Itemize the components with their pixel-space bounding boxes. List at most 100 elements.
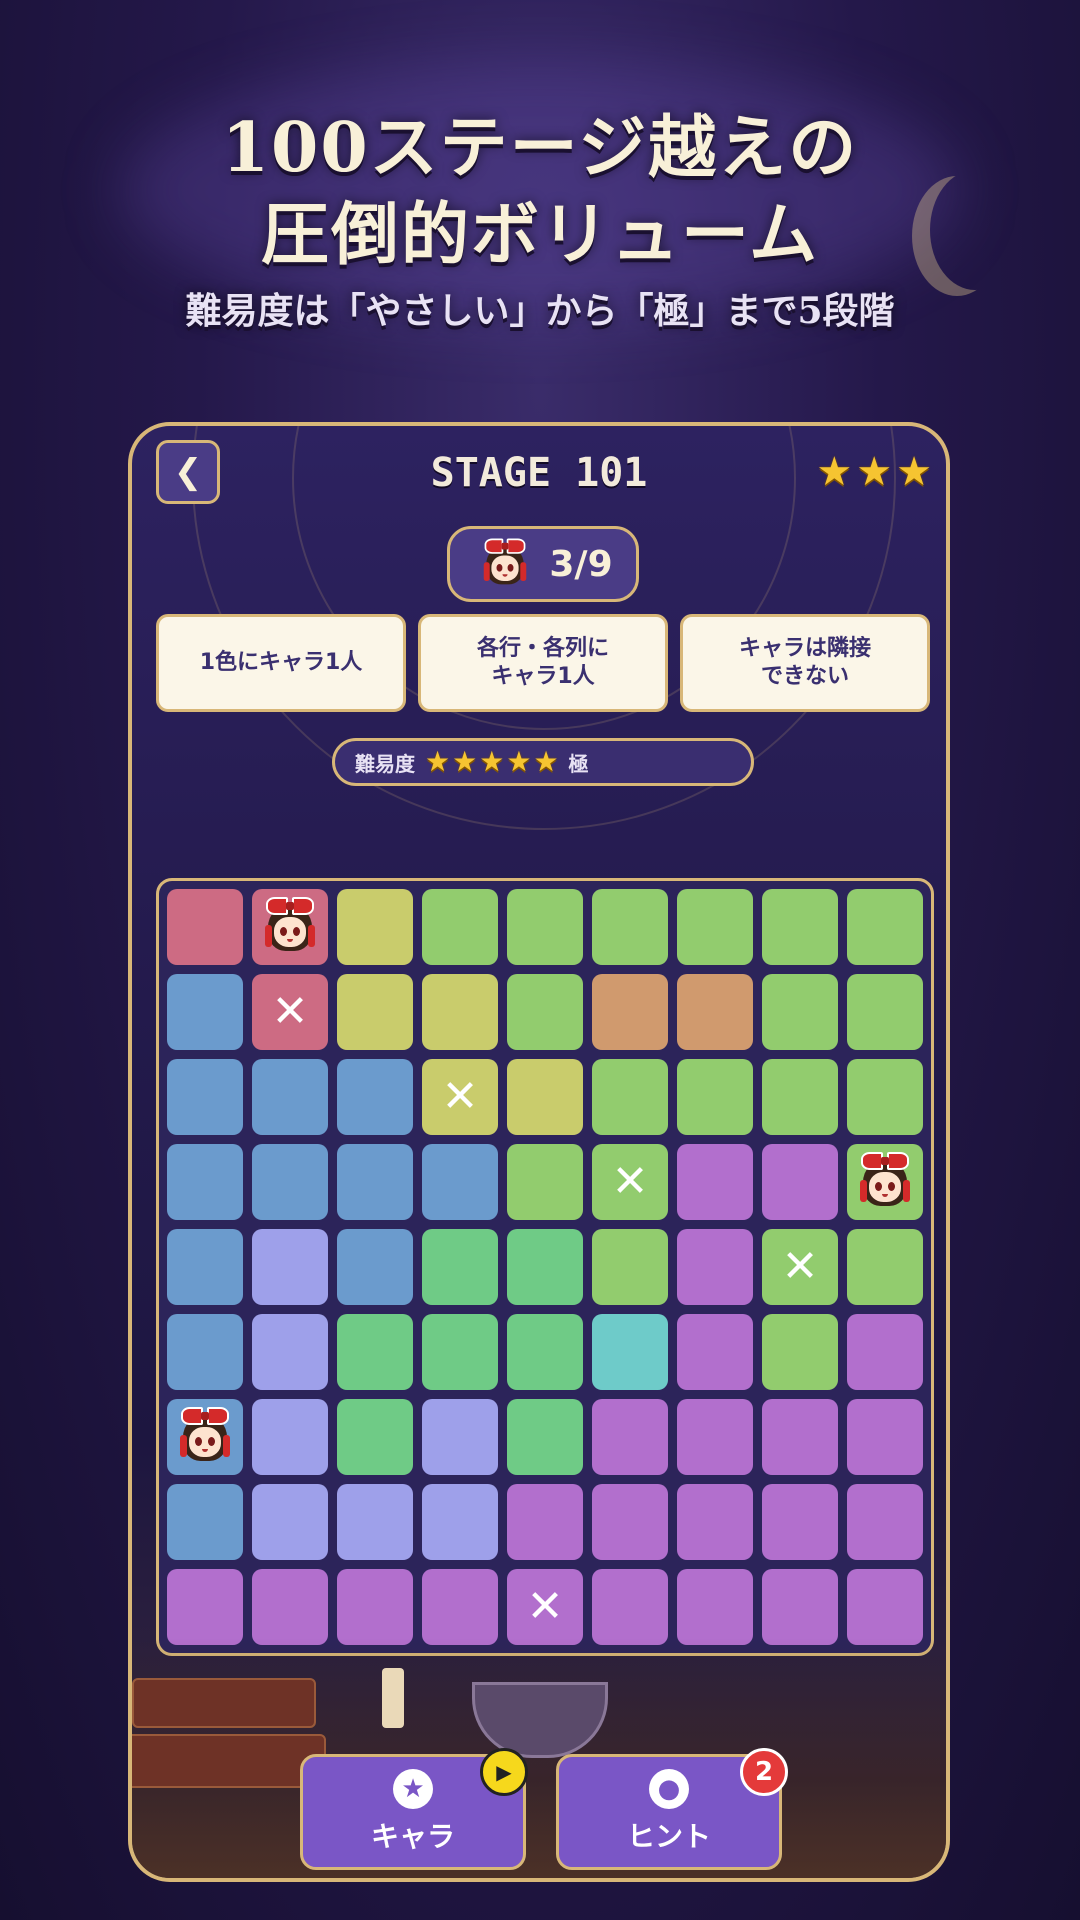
board-cell[interactable] — [507, 1059, 583, 1135]
board-cell[interactable] — [507, 974, 583, 1050]
board-cell[interactable] — [762, 1484, 838, 1560]
board-cell[interactable] — [677, 1484, 753, 1560]
board-cell[interactable] — [422, 1484, 498, 1560]
board-cell[interactable]: ✕ — [592, 1144, 668, 1220]
board-cell[interactable] — [847, 1569, 923, 1645]
board-cell[interactable] — [507, 1314, 583, 1390]
board-cell[interactable] — [677, 1314, 753, 1390]
cross-mark-icon: ✕ — [781, 1241, 819, 1292]
board-cell[interactable] — [507, 1484, 583, 1560]
cross-mark-icon: ✕ — [441, 1071, 479, 1122]
board-cell[interactable] — [762, 974, 838, 1050]
board-cell[interactable] — [252, 1314, 328, 1390]
difficulty-star-icon: ★ — [425, 745, 451, 778]
rule-one-per-color: 1色にキャラ1人 — [156, 614, 406, 712]
board-cell[interactable] — [422, 1569, 498, 1645]
board-cell[interactable] — [847, 974, 923, 1050]
board-cell[interactable] — [847, 1399, 923, 1475]
board-cell[interactable] — [507, 889, 583, 965]
chara-button-label: キャラ — [370, 1820, 455, 1853]
board-cell[interactable] — [847, 1059, 923, 1135]
board-cell[interactable] — [337, 889, 413, 965]
board-cell[interactable] — [592, 1484, 668, 1560]
board-cell[interactable] — [337, 1229, 413, 1305]
difficulty-label: 難易度 — [355, 751, 415, 776]
board-cell[interactable] — [507, 1229, 583, 1305]
board-cell[interactable] — [592, 974, 668, 1050]
board-cell[interactable] — [422, 974, 498, 1050]
board-cell[interactable] — [677, 1399, 753, 1475]
cross-mark-icon: ✕ — [611, 1156, 649, 1207]
board-cell[interactable] — [762, 1059, 838, 1135]
placed-character — [258, 895, 322, 959]
board-cell[interactable] — [507, 1399, 583, 1475]
board-cell[interactable] — [252, 1399, 328, 1475]
board-cell[interactable]: ✕ — [762, 1229, 838, 1305]
board-cell[interactable] — [337, 1399, 413, 1475]
board-cell[interactable] — [592, 1059, 668, 1135]
board-cell[interactable] — [422, 1314, 498, 1390]
board-cell[interactable] — [252, 1569, 328, 1645]
board-cell[interactable] — [167, 1059, 243, 1135]
board-cell[interactable] — [252, 1229, 328, 1305]
board-cell[interactable] — [337, 1484, 413, 1560]
board-cell[interactable] — [167, 889, 243, 965]
board-cell[interactable] — [167, 1229, 243, 1305]
board-cell[interactable] — [422, 1229, 498, 1305]
board-cell[interactable] — [252, 1484, 328, 1560]
board-cell[interactable] — [762, 1569, 838, 1645]
difficulty-star-icon: ★ — [452, 745, 478, 778]
board-cell[interactable] — [252, 1144, 328, 1220]
board-cell[interactable] — [592, 1399, 668, 1475]
counter-value: 3/9 — [549, 543, 613, 585]
hint-button-label: ヒント — [626, 1820, 711, 1853]
board-cell[interactable] — [762, 889, 838, 965]
board-cell[interactable] — [762, 1314, 838, 1390]
board-cell[interactable] — [847, 1144, 923, 1220]
board-cell[interactable] — [337, 1569, 413, 1645]
board-cell[interactable] — [167, 974, 243, 1050]
board-cell[interactable] — [252, 1059, 328, 1135]
board-cell[interactable] — [337, 1059, 413, 1135]
board-cell[interactable] — [762, 1399, 838, 1475]
board-cell[interactable] — [422, 1144, 498, 1220]
board-cell[interactable] — [337, 1314, 413, 1390]
board-cell[interactable] — [337, 1144, 413, 1220]
board-cell[interactable] — [422, 889, 498, 965]
board-cell[interactable] — [847, 1229, 923, 1305]
promo-subheadline: 難易度は「やさしい」から「極」まで5段階 — [185, 290, 895, 332]
rule-no-adjacent: キャラは隣接 できない — [680, 614, 930, 712]
board-cell[interactable] — [677, 1059, 753, 1135]
board-cell[interactable] — [847, 1314, 923, 1390]
board-cell[interactable] — [677, 1569, 753, 1645]
board-cell[interactable] — [592, 1229, 668, 1305]
board-cell[interactable]: ✕ — [422, 1059, 498, 1135]
board-cell[interactable] — [677, 1144, 753, 1220]
board-cell[interactable] — [167, 1569, 243, 1645]
promo-headline-line1: 100ステージ越えの — [221, 108, 859, 188]
star-icon: ★ — [393, 1769, 433, 1809]
board-cell[interactable] — [337, 974, 413, 1050]
board-cell[interactable] — [252, 889, 328, 965]
board-cell[interactable] — [167, 1314, 243, 1390]
board-cell[interactable] — [592, 889, 668, 965]
board-cell[interactable] — [677, 1229, 753, 1305]
board-cell[interactable] — [167, 1144, 243, 1220]
board-cell[interactable] — [592, 1314, 668, 1390]
board-cell[interactable] — [422, 1399, 498, 1475]
board-cell[interactable]: ✕ — [252, 974, 328, 1050]
board-cell[interactable] — [677, 974, 753, 1050]
character-counter: 3/9 — [447, 526, 639, 602]
play-icon: ▶ — [480, 1748, 528, 1796]
board-cell[interactable] — [507, 1144, 583, 1220]
board-cell[interactable] — [167, 1484, 243, 1560]
board-cell[interactable] — [167, 1399, 243, 1475]
difficulty-star-icon: ★ — [506, 745, 532, 778]
board-cell[interactable] — [762, 1144, 838, 1220]
board-cell[interactable]: ✕ — [507, 1569, 583, 1645]
board-cell[interactable] — [592, 1569, 668, 1645]
difficulty-level: 極 — [568, 751, 589, 776]
board-cell[interactable] — [847, 889, 923, 965]
board-cell[interactable] — [847, 1484, 923, 1560]
board-cell[interactable] — [677, 889, 753, 965]
